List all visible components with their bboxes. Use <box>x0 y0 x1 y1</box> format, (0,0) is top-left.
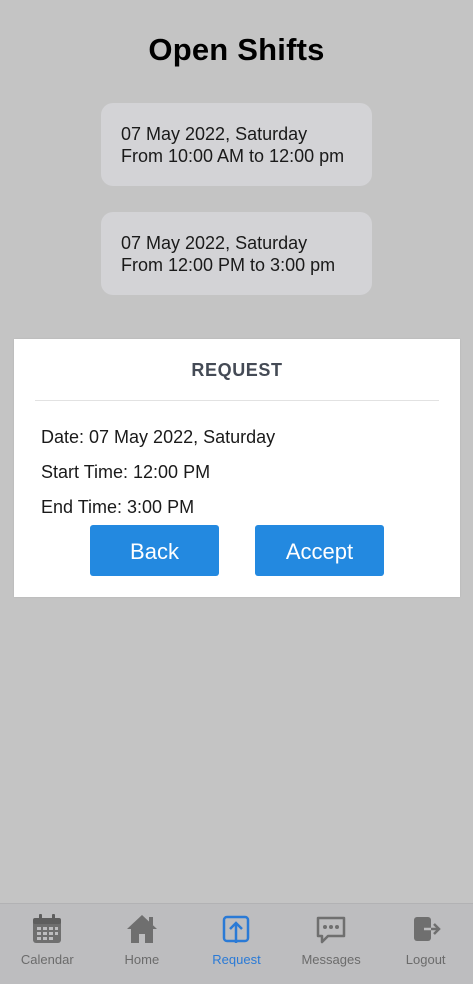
modal-title: REQUEST <box>191 360 283 380</box>
request-upload-icon <box>223 915 250 943</box>
tab-calendar[interactable]: Calendar <box>0 904 95 984</box>
shift-time: From 12:00 PM to 3:00 pm <box>121 255 336 275</box>
shift-date: 07 May 2022, Saturday <box>121 233 308 253</box>
back-button[interactable]: Back <box>90 525 219 576</box>
shift-card[interactable]: 07 May 2022, Saturday From 10:00 AM to 1… <box>101 103 372 186</box>
tab-request[interactable]: Request <box>189 904 284 984</box>
tab-logout[interactable]: Logout <box>378 904 473 984</box>
tab-messages[interactable]: Messages <box>284 904 379 984</box>
messages-icon <box>316 916 346 944</box>
accept-button[interactable]: Accept <box>255 525 384 576</box>
shift-date: 07 May 2022, Saturday <box>121 124 308 144</box>
page-title: Open Shifts <box>148 32 325 67</box>
modal-divider <box>35 400 439 401</box>
tab-label: Request <box>212 952 261 967</box>
logout-icon <box>413 917 441 941</box>
tab-label: Calendar <box>20 952 74 967</box>
home-icon <box>126 915 157 943</box>
calendar-icon <box>33 914 62 943</box>
request-end-time: End Time: 3:00 PM <box>41 497 195 517</box>
tab-label: Messages <box>301 952 361 967</box>
tab-label: Logout <box>405 952 446 967</box>
bottom-tab-bar: Calendar Home Request Messages Logout <box>0 903 473 984</box>
request-date: Date: 07 May 2022, Saturday <box>41 427 276 447</box>
tab-label: Home <box>124 952 160 967</box>
shift-card[interactable]: 07 May 2022, Saturday From 12:00 PM to 3… <box>101 212 372 295</box>
request-start-time: Start Time: 12:00 PM <box>41 462 211 482</box>
shift-time: From 10:00 AM to 12:00 pm <box>121 146 345 166</box>
request-modal: REQUEST Date: 07 May 2022, Saturday Star… <box>14 339 460 597</box>
tab-home[interactable]: Home <box>95 904 190 984</box>
